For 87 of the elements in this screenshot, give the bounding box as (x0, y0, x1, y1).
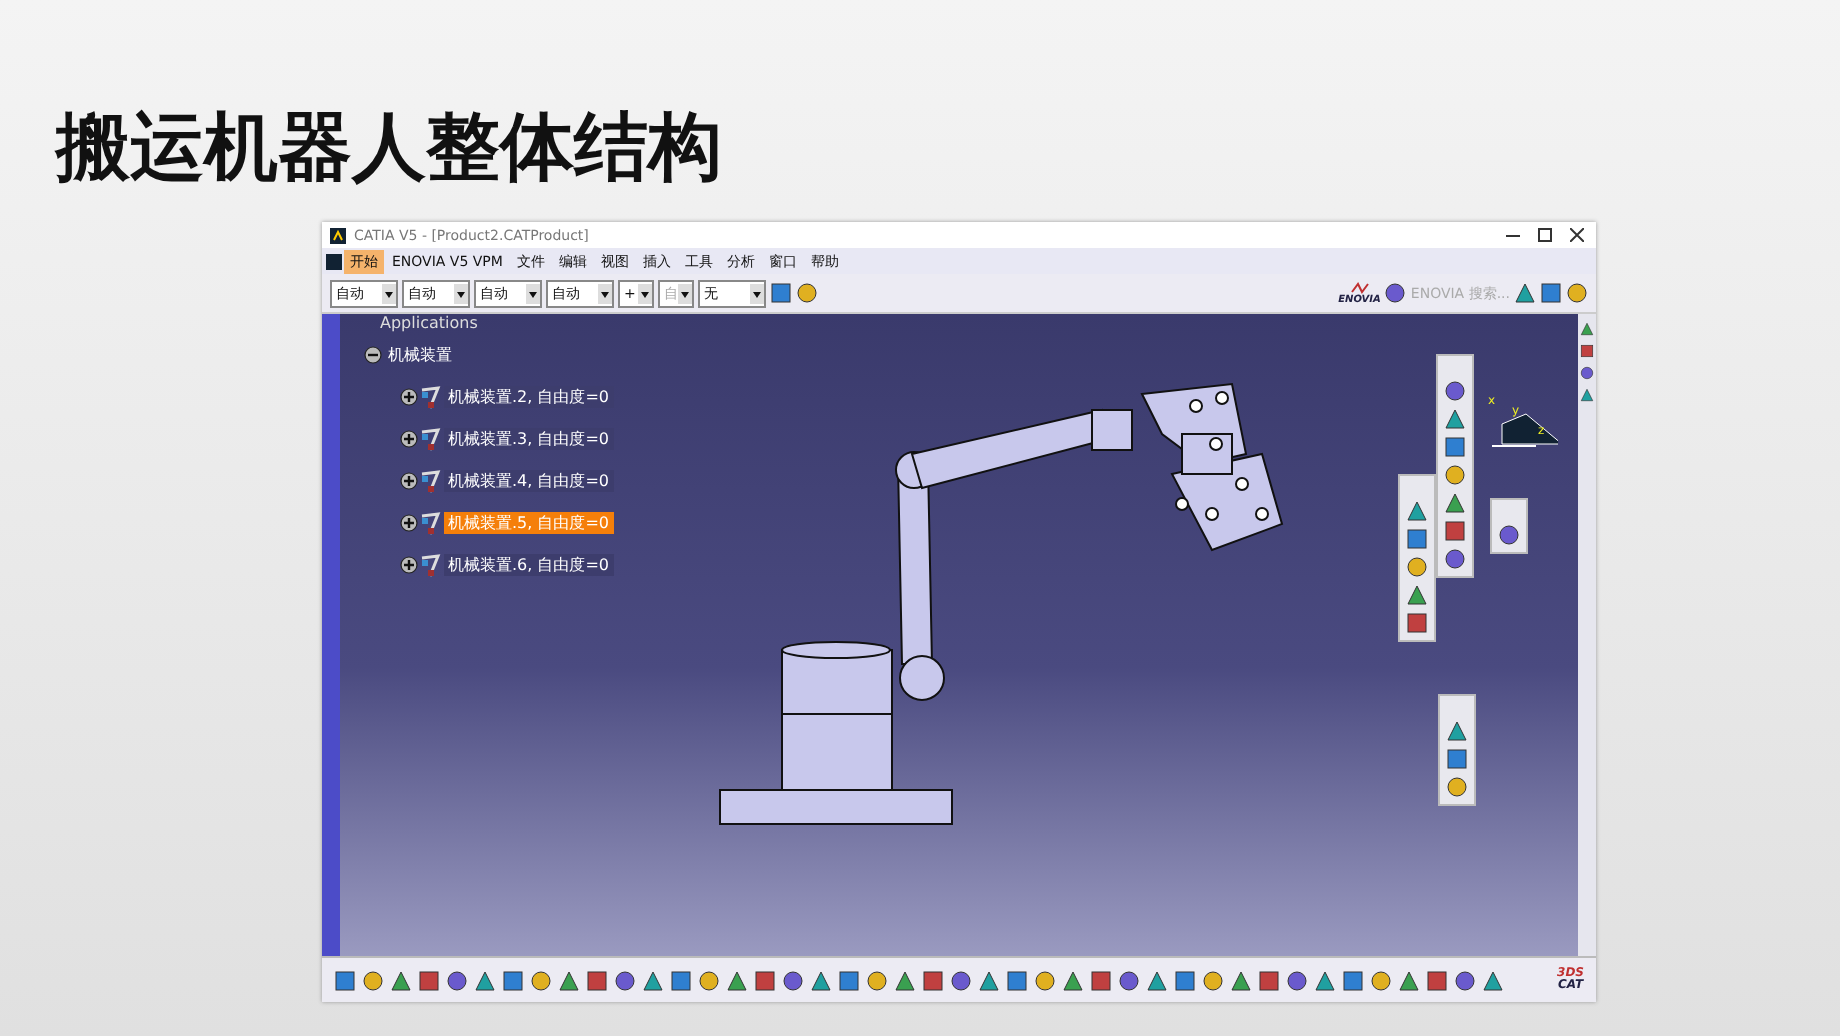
tool-icon[interactable] (1062, 969, 1084, 991)
tool-icon[interactable] (950, 969, 972, 991)
tool-icon[interactable] (1454, 969, 1476, 991)
tool-icon[interactable] (530, 969, 552, 991)
mechanism-icon (420, 511, 442, 535)
tree-node[interactable]: 机械装置 (384, 344, 456, 366)
tool-icon[interactable] (1426, 969, 1448, 991)
app-logo-icon (326, 253, 342, 269)
tool-icon[interactable] (1406, 556, 1428, 578)
tool-icon[interactable] (474, 969, 496, 991)
app-logo-icon (330, 227, 346, 243)
tool-icon[interactable] (1444, 408, 1466, 430)
tool-icon[interactable] (1406, 612, 1428, 634)
expand-icon[interactable] (400, 472, 418, 490)
mechanism-icon (420, 385, 442, 409)
tool-icon[interactable] (502, 969, 524, 991)
tool-icon[interactable] (1314, 969, 1336, 991)
tool-icon[interactable] (1258, 969, 1280, 991)
tool-icon[interactable] (334, 969, 356, 991)
tool-icon[interactable] (558, 969, 580, 991)
tool-icon[interactable] (698, 969, 720, 991)
tool-icon[interactable] (1444, 492, 1466, 514)
tool-icon[interactable] (1540, 282, 1562, 304)
tool-icon[interactable] (642, 969, 664, 991)
tool-icon[interactable] (726, 969, 748, 991)
tool-icon[interactable] (1202, 969, 1224, 991)
tool-icon[interactable] (1444, 548, 1466, 570)
compass-icon (1491, 413, 1558, 447)
tool-icon[interactable] (838, 969, 860, 991)
tool-icon[interactable] (1286, 969, 1308, 991)
tree-node[interactable]: Applications (380, 314, 614, 334)
tool-icon[interactable] (1034, 969, 1056, 991)
tool-icon[interactable] (418, 969, 440, 991)
tool-icon[interactable] (586, 969, 608, 991)
collapse-icon[interactable] (364, 346, 382, 364)
tool-icon[interactable] (754, 969, 776, 991)
tool-icon[interactable] (1498, 524, 1520, 546)
expand-icon[interactable] (400, 388, 418, 406)
expand-icon[interactable] (400, 514, 418, 532)
tool-icon[interactable] (1230, 969, 1252, 991)
tool-icon[interactable] (1406, 584, 1428, 606)
tool-icon[interactable] (446, 969, 468, 991)
close-icon[interactable] (1569, 228, 1583, 242)
tool-icon[interactable] (1444, 520, 1466, 542)
tool-icon[interactable] (1444, 464, 1466, 486)
tree-node[interactable]: 机械装置.6, 自由度=0 (444, 554, 614, 576)
tool-icon[interactable] (1342, 969, 1364, 991)
tool-icon[interactable] (866, 969, 888, 991)
tool-icon[interactable] (1146, 969, 1168, 991)
tool-icon[interactable] (1398, 969, 1420, 991)
tool-icon[interactable] (770, 282, 792, 304)
tool-icon[interactable] (810, 969, 832, 991)
tool-icon[interactable] (1446, 720, 1468, 742)
tool-icon[interactable] (1446, 748, 1468, 770)
tool-icon[interactable] (1444, 380, 1466, 402)
tool-icon[interactable] (1406, 528, 1428, 550)
tool-icon[interactable] (1566, 282, 1588, 304)
tool-icon[interactable] (1370, 969, 1392, 991)
tool-icon[interactable] (1006, 969, 1028, 991)
tool-icon[interactable] (1446, 776, 1468, 798)
tool-icon[interactable] (782, 969, 804, 991)
mechanism-icon (420, 427, 442, 451)
tool-icon[interactable] (1174, 969, 1196, 991)
tool-icon[interactable] (1406, 500, 1428, 522)
maximize-icon[interactable] (1537, 228, 1551, 242)
expand-icon[interactable] (400, 556, 418, 574)
tool-icon[interactable] (978, 969, 1000, 991)
slide-title: 搬运机器人整体结构 (56, 102, 724, 194)
tool-icon[interactable] (894, 969, 916, 991)
tool-icon[interactable] (1444, 436, 1466, 458)
tool-icon[interactable] (670, 969, 692, 991)
tool-icon[interactable] (1384, 282, 1407, 304)
mechanism-icon (420, 553, 442, 577)
tree-node[interactable]: 机械装置.3, 自由度=0 (444, 428, 614, 450)
tool-icon[interactable] (1482, 969, 1504, 991)
tool-icon[interactable] (390, 969, 412, 991)
tool-icon[interactable] (614, 969, 636, 991)
tool-icon[interactable] (1514, 282, 1536, 304)
tool-icon[interactable] (922, 969, 944, 991)
tool-icon[interactable] (362, 969, 384, 991)
tree-node[interactable]: 机械装置.4, 自由度=0 (444, 470, 614, 492)
mechanism-icon (420, 469, 442, 493)
tool-icon[interactable] (1118, 969, 1140, 991)
expand-icon[interactable] (400, 430, 418, 448)
tool-icon[interactable] (796, 282, 818, 304)
tree-node[interactable]: 机械装置.2, 自由度=0 (444, 386, 614, 408)
tool-icon[interactable] (1090, 969, 1112, 991)
